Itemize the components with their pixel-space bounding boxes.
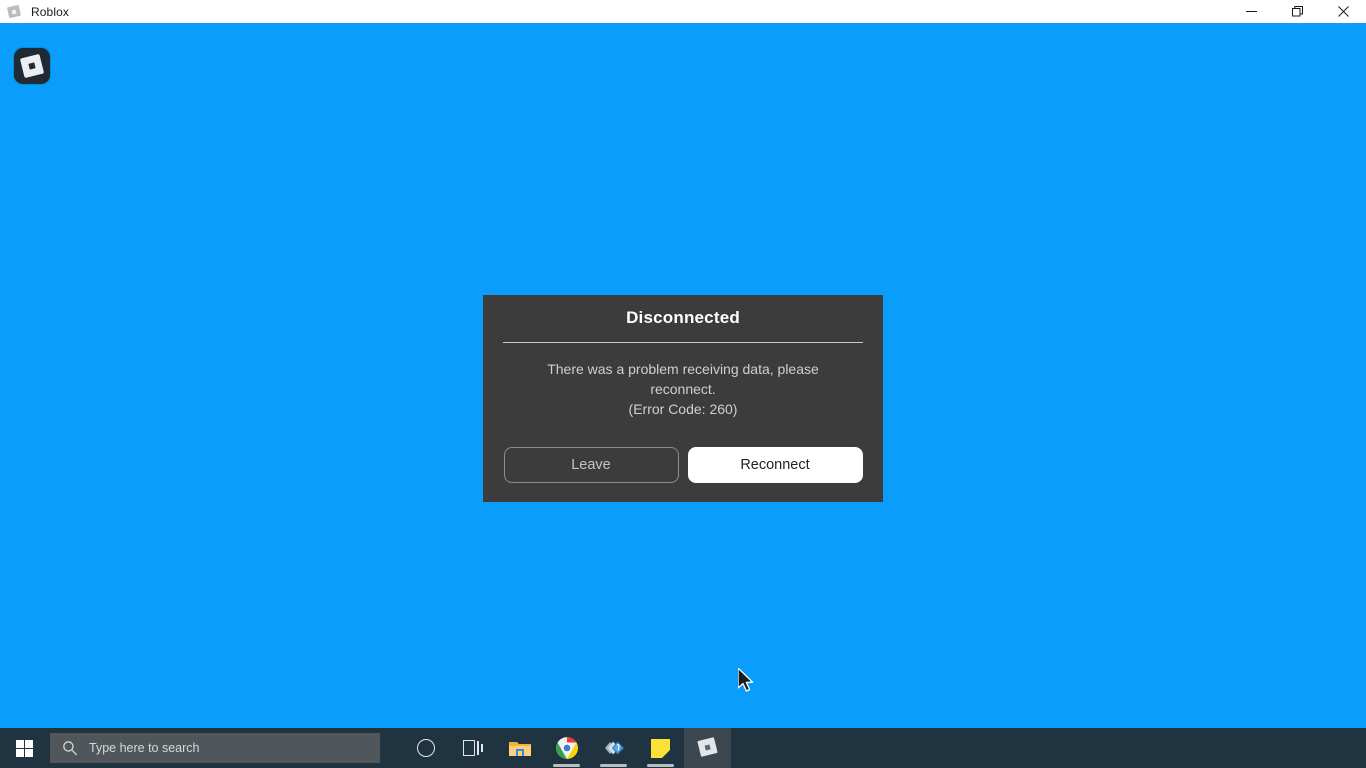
app-running-indicator — [553, 764, 580, 767]
dialog-error-code: (Error Code: 260) — [628, 401, 738, 417]
taskbar-item-roblox[interactable] — [684, 728, 731, 768]
search-icon — [63, 741, 78, 756]
search-placeholder: Type here to search — [89, 741, 200, 755]
roblox-icon — [6, 4, 23, 20]
restore-button[interactable] — [1274, 0, 1320, 23]
app-running-indicator — [600, 764, 627, 767]
taskbar-item-sticky-notes[interactable] — [637, 728, 684, 768]
window-title: Roblox — [31, 4, 69, 19]
window-titlebar: Roblox — [0, 0, 1366, 23]
cortana-icon — [416, 739, 435, 757]
taskbar-item-task-view[interactable] — [449, 728, 496, 768]
dialog-message-line-2: reconnect. — [650, 381, 716, 397]
taskbar-item-media-app[interactable] — [590, 728, 637, 768]
leave-button[interactable]: Leave — [503, 447, 679, 483]
roblox-game-canvas: Disconnected There was a problem receivi… — [0, 23, 1366, 728]
dialog-message: There was a problem receiving data, plea… — [483, 343, 883, 419]
search-input[interactable]: Type here to search — [50, 733, 380, 763]
dialog-title: Disconnected — [626, 308, 740, 327]
roblox-logo — [14, 48, 50, 84]
sticky-notes-icon — [651, 738, 670, 758]
app-running-indicator — [647, 764, 674, 767]
dialog-actions: Leave Reconnect — [483, 447, 883, 483]
media-app-icon — [602, 737, 626, 759]
taskbar: Type here to search — [0, 728, 1366, 768]
taskbar-item-file-explorer[interactable] — [496, 728, 543, 768]
roblox-taskbar-icon — [696, 737, 719, 758]
windows-logo-icon — [15, 739, 33, 757]
close-button[interactable] — [1320, 0, 1366, 23]
screen: Roblox Disconnected There was a problem … — [0, 0, 1366, 768]
taskbar-item-cortana[interactable] — [402, 728, 449, 768]
mouse-cursor — [737, 667, 758, 696]
minimize-button[interactable] — [1228, 0, 1274, 23]
dialog-message-line-1: There was a problem receiving data, plea… — [547, 361, 819, 377]
taskbar-apps — [402, 728, 731, 768]
disconnected-dialog: Disconnected There was a problem receivi… — [483, 295, 883, 502]
taskbar-item-google-chrome[interactable] — [543, 728, 590, 768]
start-button[interactable] — [0, 728, 48, 768]
chrome-icon — [555, 737, 578, 759]
task-view-icon — [462, 740, 483, 756]
file-explorer-icon — [508, 738, 532, 758]
window-controls — [1228, 0, 1366, 23]
reconnect-button[interactable]: Reconnect — [687, 447, 863, 483]
